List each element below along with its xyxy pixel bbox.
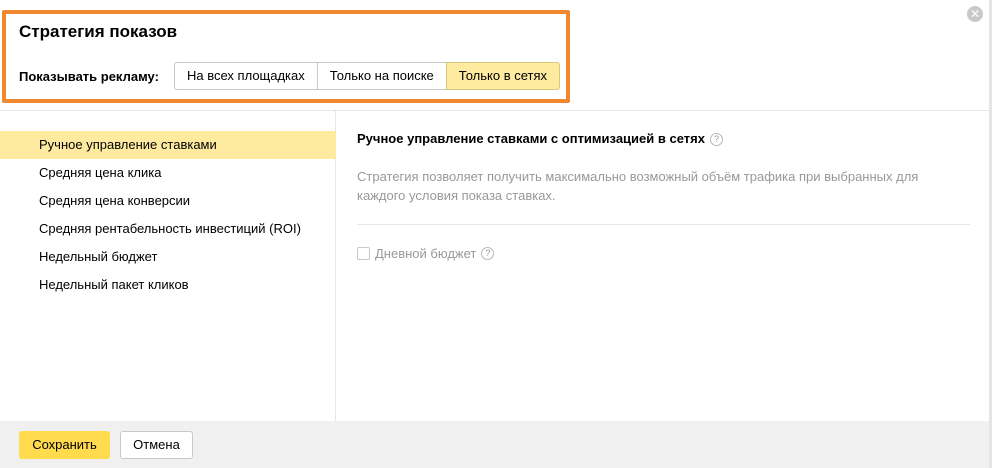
sidebar-item-weekly-clicks[interactable]: Недельный пакет кликов <box>0 271 336 299</box>
sidebar-item-avg-cpc[interactable]: Средняя цена клика <box>0 159 336 187</box>
sidebar-item-avg-roi[interactable]: Средняя рентабельность инвестиций (ROI) <box>0 215 336 243</box>
ad-display-switch: На всех площадках Только на поиске Тольк… <box>174 62 561 90</box>
dialog-title: Стратегия показов <box>19 22 178 41</box>
option-all-placements[interactable]: На всех площадках <box>174 62 318 90</box>
strategy-dialog: ✕ Стратегия показов Показывать рекламу: … <box>0 0 992 468</box>
option-search-only[interactable]: Только на поиске <box>316 62 447 90</box>
show-ads-label: Показывать рекламу: <box>19 69 159 84</box>
daily-budget-label[interactable]: Дневной бюджет <box>375 246 476 261</box>
daily-budget-help-icon[interactable]: ? <box>481 247 495 260</box>
close-icon[interactable]: ✕ <box>967 6 983 22</box>
help-icon[interactable]: ? <box>709 133 723 146</box>
cancel-button[interactable]: Отмена <box>120 431 193 459</box>
option-networks-only[interactable]: Только в сетях <box>445 62 561 90</box>
save-button[interactable]: Сохранить <box>19 431 110 459</box>
sidebar-item-weekly-budget[interactable]: Недельный бюджет <box>0 243 336 271</box>
sidebar-item-manual-bids[interactable]: Ручное управление ставками <box>0 131 336 159</box>
strategy-description: Стратегия позволяет получить максимально… <box>357 169 919 203</box>
daily-budget-checkbox[interactable] <box>357 247 370 260</box>
strategy-sidebar: Ручное управление ставками Средняя цена … <box>0 111 336 421</box>
sidebar-item-avg-cpa[interactable]: Средняя цена конверсии <box>0 187 336 215</box>
content-divider <box>357 224 970 225</box>
strategy-title: Ручное управление ставками с оптимизацие… <box>357 131 723 146</box>
daily-budget-row: Дневной бюджет ? <box>357 246 495 261</box>
strategy-title-text: Ручное управление ставками с оптимизацие… <box>357 131 705 146</box>
